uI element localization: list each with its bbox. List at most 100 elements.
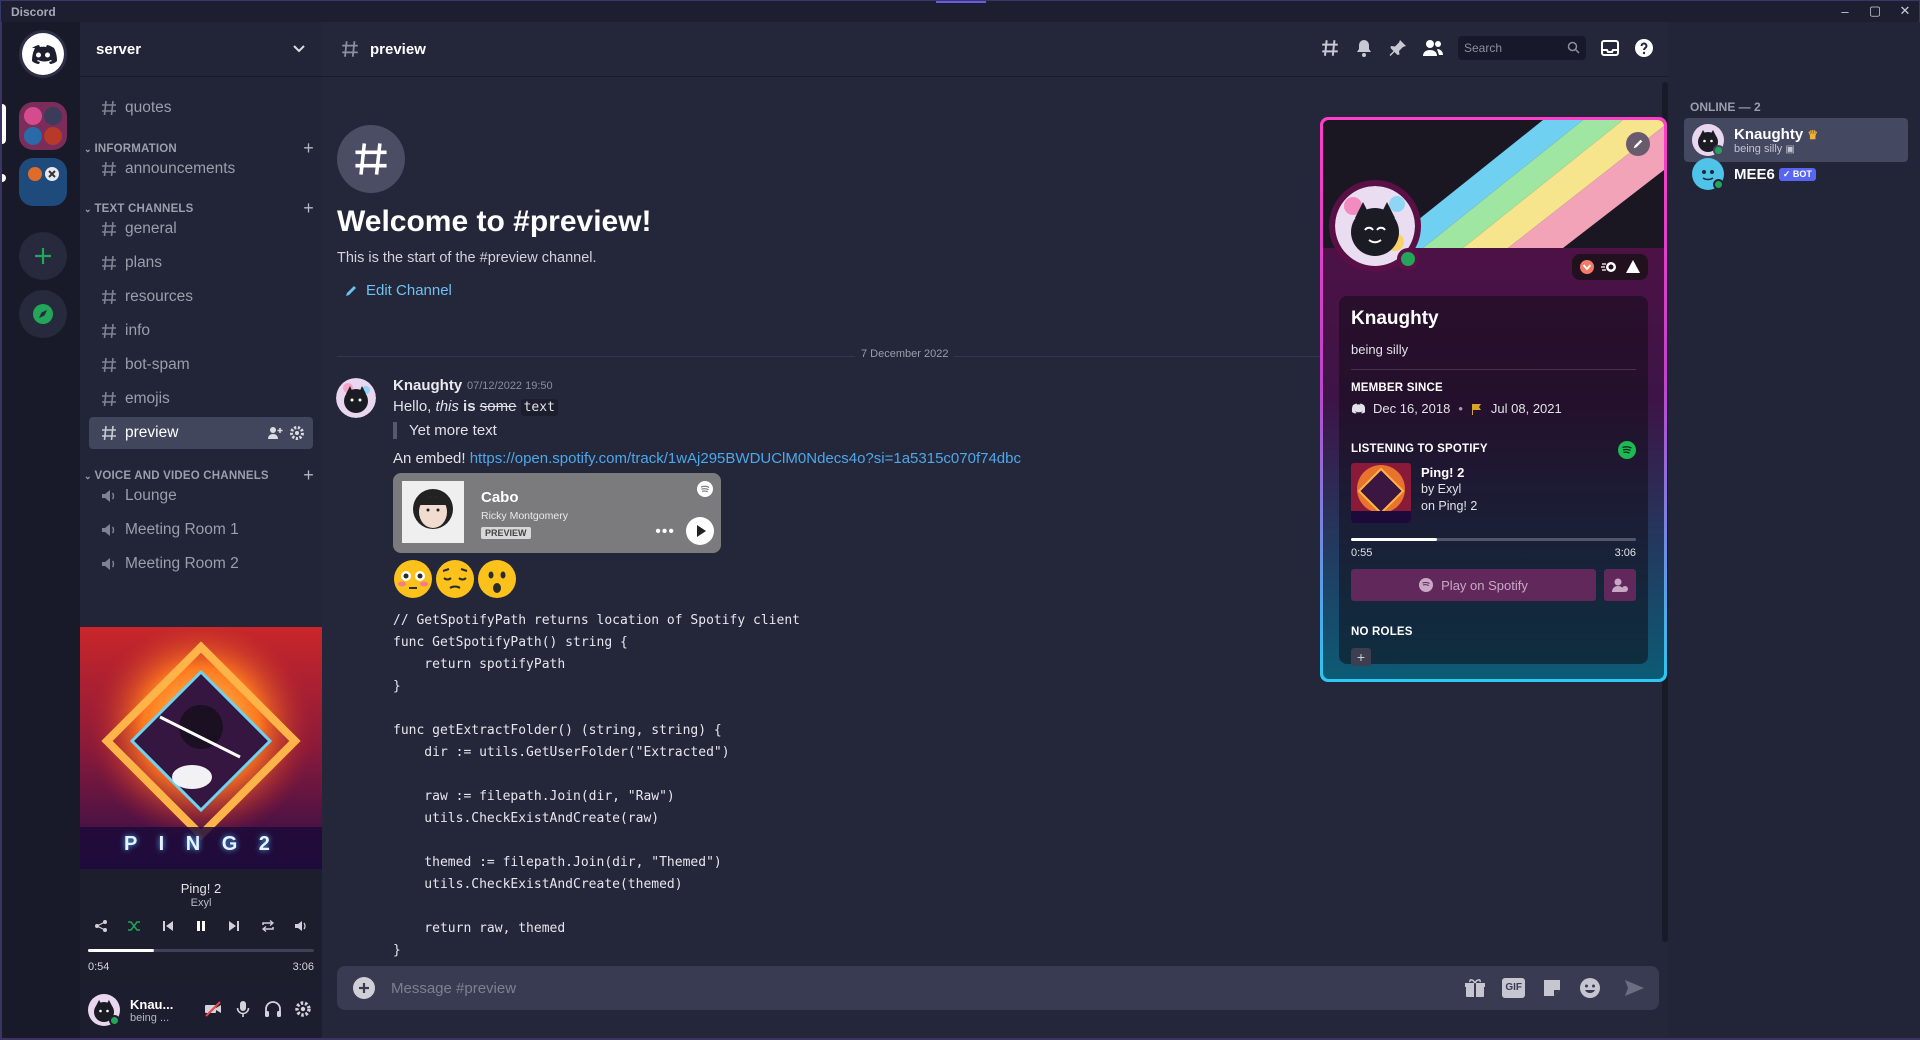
profile-divider (1351, 369, 1636, 370)
add-role-button[interactable]: + (1351, 648, 1371, 666)
spotify-link[interactable]: https://open.spotify.com/track/1wAj295BW… (470, 450, 1021, 467)
profile-avatar[interactable] (1329, 180, 1421, 272)
repeat-icon[interactable] (261, 919, 275, 933)
channel-announcements[interactable]: announcements (89, 153, 313, 185)
gif-button[interactable]: GIF (1502, 978, 1525, 998)
channel-bot-spam[interactable]: bot-spam (89, 349, 313, 381)
more-options-icon[interactable]: ••• (655, 523, 675, 541)
close-button[interactable]: ✕ (1897, 3, 1913, 19)
flushed-emoji-icon[interactable] (393, 559, 433, 599)
user-panel: Knau... being ... (80, 982, 322, 1038)
member-since-heading: MEMBER SINCE (1351, 382, 1443, 394)
minimize-button[interactable]: – (1837, 3, 1853, 19)
channel-emojis[interactable]: emojis (89, 383, 313, 415)
channel-plans[interactable]: plans (89, 247, 313, 279)
hushed-emoji-icon[interactable] (477, 559, 517, 599)
listen-along-button[interactable] (1604, 569, 1636, 601)
hash-icon (342, 41, 358, 57)
channel-sidebar: server quotes ⌄ INFORMATION + announceme… (80, 22, 322, 1038)
settings-gear-icon[interactable] (294, 1000, 312, 1018)
member-list-icon[interactable] (1422, 38, 1444, 58)
player-time: 0:54 3:06 (88, 961, 314, 973)
maximize-button[interactable]: ▢ (1867, 3, 1883, 19)
activity-track[interactable]: Ping! 2 (1421, 465, 1464, 480)
text-italic: this (435, 398, 459, 415)
hash-icon (99, 253, 119, 273)
help-icon[interactable] (1634, 38, 1654, 58)
header-toolbar: Search (1320, 36, 1668, 60)
activity-time: 0:55 3:06 (1351, 547, 1636, 559)
send-icon[interactable] (1623, 977, 1645, 999)
server-icon-second[interactable] (19, 158, 67, 206)
player-elapsed: 0:54 (88, 961, 110, 973)
channel-resources[interactable]: resources (89, 281, 313, 313)
sticker-icon[interactable] (1541, 977, 1563, 999)
player-progress-bar[interactable] (88, 949, 314, 952)
voice-channel-meeting-room-2[interactable]: Meeting Room 2 (89, 548, 313, 580)
welcome-title: Welcome to #preview! (337, 205, 652, 238)
channel-general[interactable]: general (89, 213, 313, 245)
early-supporter-badge-icon[interactable] (1625, 259, 1641, 275)
message-composer[interactable]: Message #preview GIF (337, 966, 1659, 1010)
microphone-icon[interactable] (234, 1000, 252, 1018)
explore-servers-button[interactable] (19, 290, 67, 338)
headphones-icon[interactable] (264, 1000, 282, 1018)
channel-label: quotes (125, 99, 172, 116)
attach-plus-icon[interactable] (353, 977, 375, 999)
hypesquad-badge-icon[interactable] (1579, 259, 1595, 275)
unread-indicator (2, 174, 6, 182)
voice-channel-meeting-room-1[interactable]: Meeting Room 1 (89, 514, 313, 546)
next-icon[interactable] (227, 919, 241, 933)
nitro-badge-icon[interactable] (1601, 260, 1619, 274)
home-button[interactable] (19, 30, 67, 78)
spotify-activity: LISTENING TO SPOTIFY Ping! 2 by Exyl on … (1351, 441, 1636, 601)
bell-icon[interactable] (1354, 38, 1374, 58)
server-icon-folder[interactable] (19, 102, 67, 150)
message-input[interactable]: Message #preview (391, 980, 516, 997)
listen-along-icon (1612, 578, 1628, 592)
speaker-icon (99, 486, 119, 506)
embed-artist: Ricky Montgomery (481, 510, 568, 522)
server-header[interactable]: server (80, 22, 322, 77)
spotify-embed[interactable]: Cabo Ricky Montgomery PREVIEW ••• (393, 473, 721, 553)
previous-icon[interactable] (161, 919, 175, 933)
play-on-spotify-button[interactable]: Play on Spotify (1351, 569, 1596, 601)
profile-body: Knaughty being silly MEMBER SINCE Dec 16… (1339, 296, 1648, 666)
gear-icon[interactable] (289, 425, 305, 441)
voice-channel-lounge[interactable]: Lounge (89, 480, 313, 512)
hash-icon (99, 98, 119, 118)
edit-channel-link[interactable]: Edit Channel (344, 282, 452, 299)
hash-icon (99, 423, 119, 443)
username: Knau... (130, 996, 174, 1012)
threads-icon[interactable] (1320, 38, 1340, 58)
pin-icon[interactable] (1388, 38, 1408, 58)
channel-preview[interactable]: preview (89, 417, 313, 449)
player-progress-fill (88, 949, 154, 952)
camera-off-icon[interactable] (204, 1000, 222, 1018)
add-server-button[interactable] (19, 232, 67, 280)
share-icon[interactable] (94, 919, 108, 933)
inbox-icon[interactable] (1600, 38, 1620, 58)
edit-profile-icon[interactable] (1626, 132, 1650, 156)
channel-label: resources (125, 288, 194, 305)
search-icon (1567, 41, 1580, 54)
search-input[interactable]: Search (1458, 36, 1586, 60)
gift-icon[interactable] (1464, 977, 1486, 999)
pensive-emoji-icon[interactable] (435, 559, 475, 599)
member-mee6[interactable]: MEE6 ✓ BOT (1684, 152, 1908, 196)
avatar[interactable] (88, 994, 120, 1026)
shuffle-icon[interactable] (127, 919, 141, 933)
date-divider: 7 December 2022 (337, 348, 1407, 360)
channel-info[interactable]: info (89, 315, 313, 347)
block-quote: Yet more text (393, 422, 497, 439)
embed-play-button[interactable] (686, 517, 714, 545)
volume-icon[interactable] (294, 919, 308, 933)
spotify-icon (697, 481, 713, 497)
pause-icon[interactable] (194, 919, 208, 933)
message-avatar[interactable] (336, 378, 376, 418)
channel-quotes[interactable]: quotes (89, 92, 313, 124)
emoji-picker-icon[interactable] (1579, 977, 1601, 999)
member-since-row: Dec 16, 2018 • Jul 08, 2021 (1351, 401, 1636, 416)
message-author[interactable]: Knaughty (393, 377, 462, 394)
invite-icon[interactable] (267, 425, 283, 441)
